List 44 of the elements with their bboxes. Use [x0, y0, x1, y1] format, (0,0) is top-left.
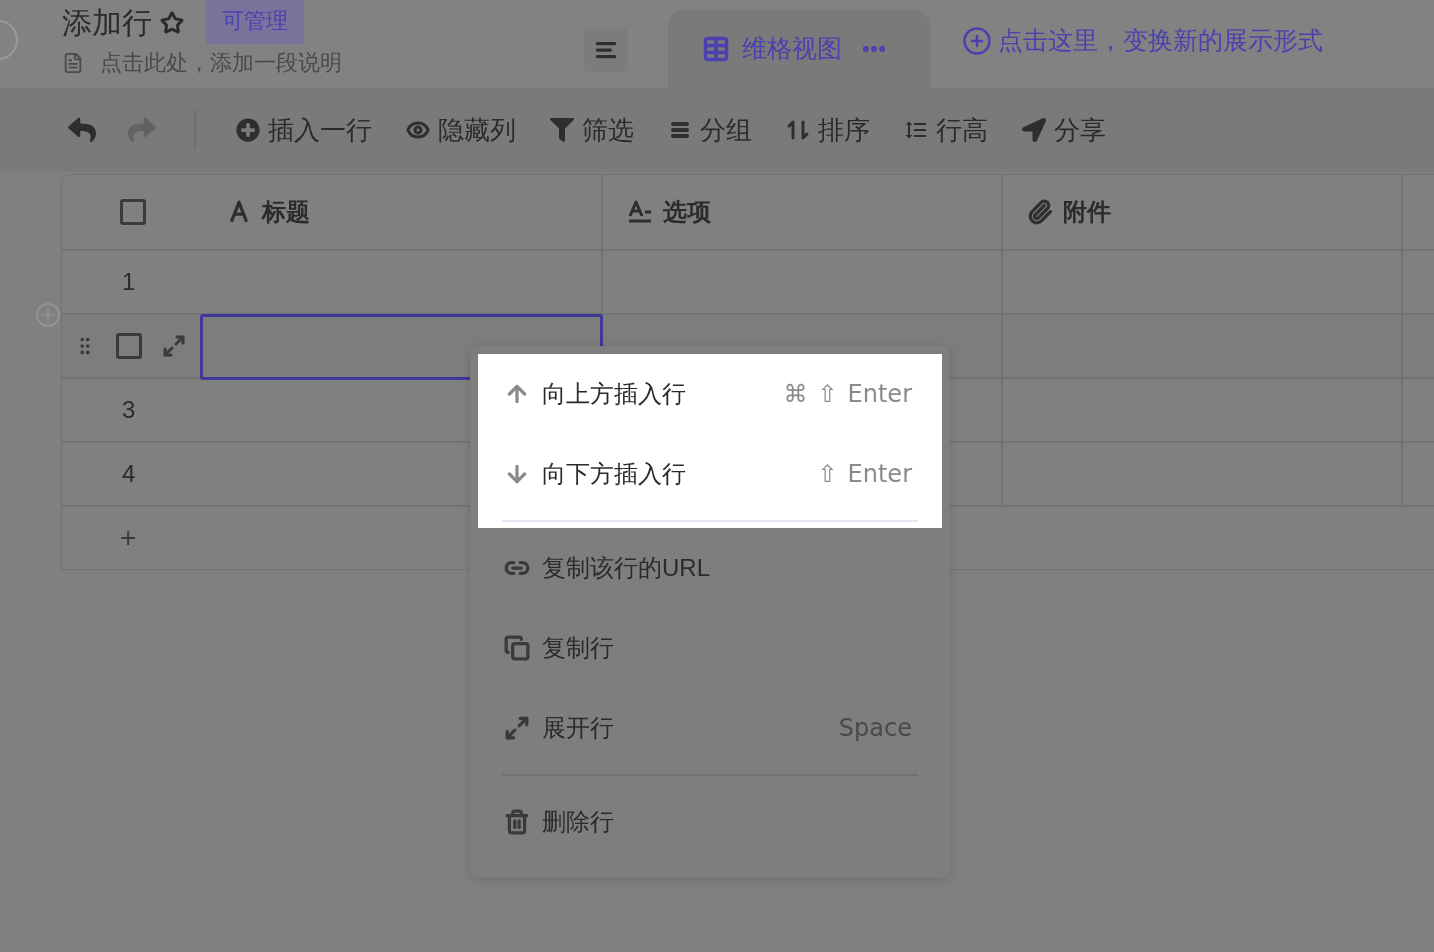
row-checkbox[interactable] — [120, 199, 146, 225]
shortcut-key: Enter — [847, 456, 912, 492]
expand-icon[interactable] — [162, 334, 186, 358]
plus-circle-icon — [962, 26, 992, 56]
menu-item[interactable]: 复制行 — [478, 608, 942, 688]
menu-item[interactable]: 删除行 — [478, 782, 942, 862]
page-title: 添加行 — [62, 5, 152, 41]
row-number: 1 — [122, 267, 136, 297]
toolbar-button[interactable]: 分组 — [668, 110, 752, 150]
row-checkbox[interactable] — [116, 333, 142, 359]
trash-icon — [504, 809, 530, 835]
column-header[interactable]: 选项 — [603, 175, 1003, 249]
add-view-link[interactable]: 点击这里，变换新的展示形式 — [962, 0, 1323, 88]
star-icon[interactable] — [160, 11, 184, 35]
copy-icon — [504, 635, 530, 661]
row-number: 3 — [122, 395, 136, 425]
menu-item[interactable]: 向上方插入行 ⌘ ⇧ Enter — [478, 354, 942, 434]
filter-icon — [550, 118, 574, 142]
toolbar-button[interactable]: 隐藏列 — [406, 110, 516, 150]
menu-button[interactable] — [584, 28, 628, 72]
column-header[interactable]: 附件 — [1003, 175, 1403, 249]
document-icon — [62, 51, 84, 74]
shortcut-key: ⌘ — [783, 376, 808, 412]
column-header[interactable]: 标题 — [202, 175, 603, 249]
letter-a-underline-icon — [627, 199, 653, 225]
shortcut-key: ⇧ — [817, 456, 838, 492]
description-field[interactable]: 点击此处，添加一段说明 — [100, 46, 342, 79]
shortcut-key: ⇧ — [817, 376, 838, 412]
toolbar-button[interactable]: 排序 — [786, 110, 870, 150]
view-tab[interactable]: 维格视图 — [668, 10, 930, 88]
toolbar-button[interactable]: 筛选 — [550, 110, 634, 150]
grid-table-icon — [702, 35, 730, 63]
toolbar-button[interactable]: 分享 — [1022, 110, 1106, 150]
toolbar-button[interactable]: 行高 — [904, 110, 988, 150]
paperclip-icon — [1027, 199, 1053, 225]
undo-icon[interactable] — [68, 116, 96, 144]
shortcut-key: Enter — [847, 376, 912, 412]
menu-item[interactable]: 向下方插入行 ⇧ Enter — [478, 434, 942, 514]
add-row-button[interactable]: + — [120, 517, 137, 559]
menu-item[interactable]: 复制该行的URL — [478, 528, 942, 608]
row-number: 4 — [122, 459, 136, 489]
expand-icon — [504, 715, 530, 741]
send-icon — [1022, 118, 1046, 142]
toolbar-button[interactable]: 插入一行 — [236, 110, 372, 150]
